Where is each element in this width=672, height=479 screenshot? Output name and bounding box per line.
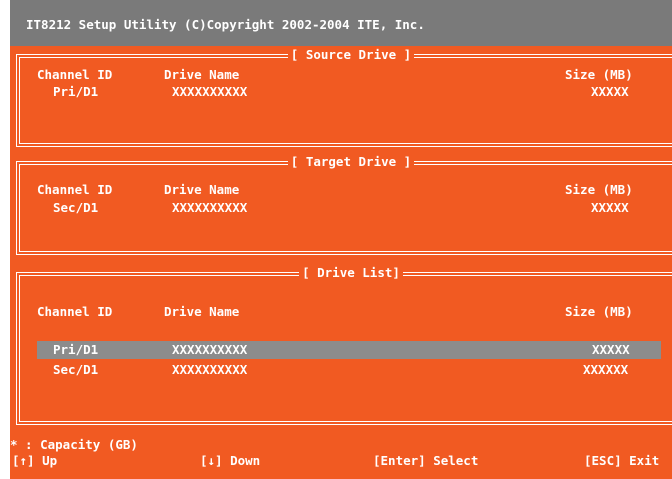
target-header-size: Size (MB) <box>565 182 633 197</box>
target-header-channel: Channel ID <box>37 182 113 197</box>
list-header-size: Size (MB) <box>565 304 633 319</box>
key-down-hint: [↓] Down <box>200 453 261 468</box>
target-channel: Sec/D1 <box>53 200 99 215</box>
target-drive-panel: [ Target Drive ] <box>16 154 672 255</box>
list-header-channel: Channel ID <box>37 304 113 319</box>
list-row-size: XXXXXX <box>583 362 629 377</box>
list-row-channel: Sec/D1 <box>53 362 99 377</box>
list-row-name: XXXXXXXXXX <box>172 362 248 377</box>
source-header-size: Size (MB) <box>565 67 633 82</box>
list-row-size: XXXXX <box>592 342 630 357</box>
target-drive-legend: [ Target Drive ] <box>287 154 415 169</box>
target-drive-name: XXXXXXXXXX <box>172 200 248 215</box>
source-header-name: Drive Name <box>164 67 240 82</box>
target-header-name: Drive Name <box>164 182 240 197</box>
key-up-hint: [↑] Up <box>12 453 58 468</box>
bios-screen: IT8212 Setup Utility (C)Copyright 2002-2… <box>10 0 672 479</box>
capacity-note: * : Capacity (GB) <box>10 437 138 452</box>
target-drive-size: XXXXX <box>591 200 629 215</box>
key-enter-hint: [Enter] Select <box>373 453 479 468</box>
title-bar: IT8212 Setup Utility (C)Copyright 2002-2… <box>10 0 672 46</box>
app-title: IT8212 Setup Utility (C)Copyright 2002-2… <box>26 17 425 32</box>
source-drive-legend: [ Source Drive ] <box>287 47 415 62</box>
source-drive-size: XXXXX <box>591 84 629 99</box>
selection-highlight <box>37 341 661 359</box>
key-esc-hint: [ESC] Exit <box>584 453 660 468</box>
list-row-name: XXXXXXXXXX <box>172 342 248 357</box>
source-channel: Pri/D1 <box>53 84 99 99</box>
source-header-channel: Channel ID <box>37 67 113 82</box>
source-drive-name: XXXXXXXXXX <box>172 84 248 99</box>
list-row-channel: Pri/D1 <box>53 342 99 357</box>
drive-list-legend: [ Drive List] <box>299 265 403 280</box>
list-header-name: Drive Name <box>164 304 240 319</box>
